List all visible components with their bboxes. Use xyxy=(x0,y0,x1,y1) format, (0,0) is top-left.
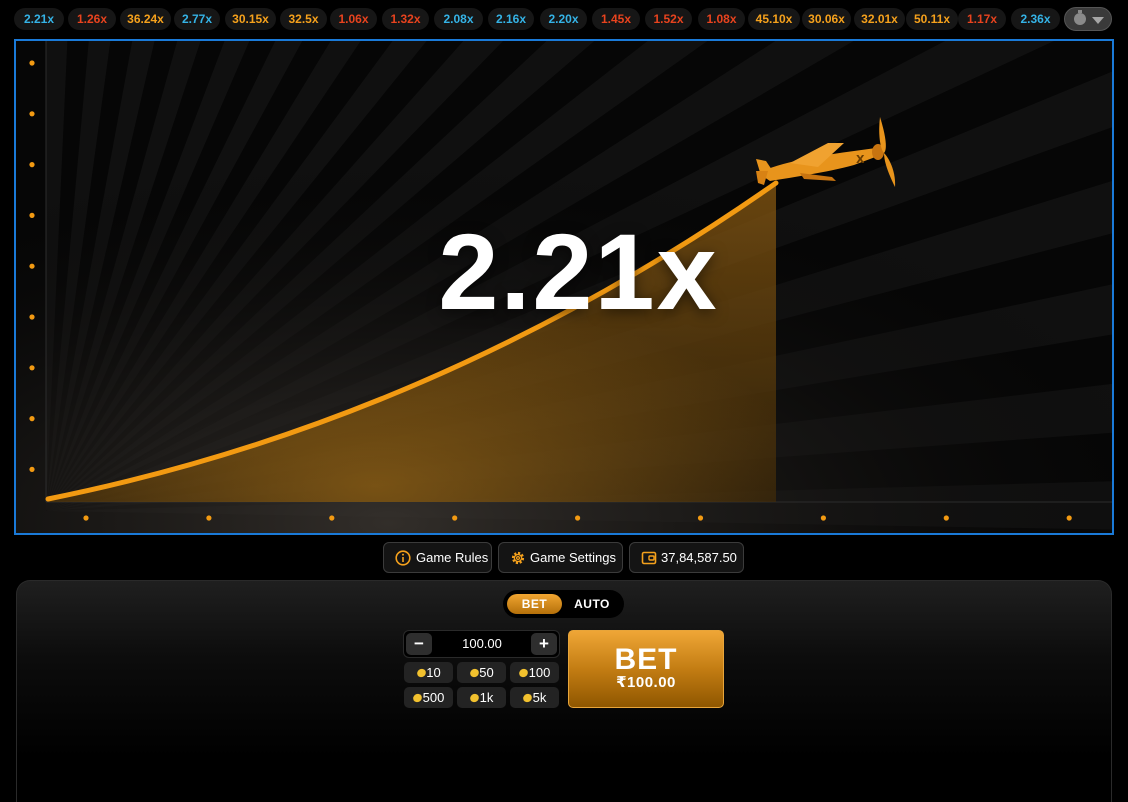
y-axis-dot xyxy=(29,466,35,472)
current-multiplier: 2.21x xyxy=(438,211,719,332)
history-multiplier[interactable]: 30.15x xyxy=(225,8,276,30)
y-axis-dot xyxy=(29,416,35,422)
history-multiplier[interactable]: 1.26x xyxy=(68,8,116,30)
history-multiplier[interactable]: 2.36x xyxy=(1011,8,1060,30)
tab-auto[interactable]: AUTO xyxy=(566,594,618,614)
x-axis-dot xyxy=(575,515,581,521)
place-bet-button[interactable]: BET ₹100.00 xyxy=(568,630,724,708)
balance-value: 37,84,587.50 xyxy=(661,550,737,565)
x-axis-dot xyxy=(943,515,949,521)
history-multiplier[interactable]: 32.5x xyxy=(280,8,327,30)
coin-icon xyxy=(468,692,481,704)
balance-display: 37,84,587.50 xyxy=(629,542,744,573)
history-multiplier[interactable]: 32.01x xyxy=(854,8,905,30)
y-axis-dot xyxy=(29,162,35,168)
x-axis-dot xyxy=(1066,515,1072,521)
game-rules-button[interactable]: Game Rules xyxy=(383,542,492,573)
coin-icon xyxy=(521,692,534,704)
y-axis-dot xyxy=(29,111,35,117)
x-axis-dot xyxy=(820,515,827,521)
gear-icon xyxy=(511,551,525,565)
quick-amount-button[interactable]: 50 xyxy=(457,662,506,683)
history-multiplier[interactable]: 2.21x xyxy=(14,8,64,30)
x-axis-dot xyxy=(329,515,335,521)
decrease-amount-button[interactable]: − xyxy=(406,633,432,655)
game-canvas: X 2.21x xyxy=(14,39,1114,535)
game-settings-label: Game Settings xyxy=(530,550,616,565)
info-icon xyxy=(395,550,411,566)
x-axis-dot xyxy=(83,515,89,521)
coin-icon xyxy=(517,667,530,679)
x-axis-dot xyxy=(452,515,458,521)
history-multiplier[interactable]: 1.17x xyxy=(958,8,1006,30)
quick-amount-button[interactable]: 100 xyxy=(510,662,559,683)
bet-button-label: BET xyxy=(614,643,678,676)
increase-amount-button[interactable]: + xyxy=(531,633,557,655)
history-multiplier[interactable]: 45.10x xyxy=(748,8,800,30)
y-axis-dot xyxy=(29,60,35,66)
coin-icon xyxy=(411,692,424,704)
history-multiplier[interactable]: 1.32x xyxy=(382,8,429,30)
quick-amount-button[interactable]: 1k xyxy=(457,687,506,708)
x-axis-dot xyxy=(206,515,212,521)
history-multiplier[interactable]: 2.20x xyxy=(540,8,587,30)
quick-amount-button[interactable]: 10 xyxy=(404,662,453,683)
wallet-icon xyxy=(641,551,657,565)
game-settings-button[interactable]: Game Settings xyxy=(498,542,623,573)
clock-icon xyxy=(1074,10,1086,25)
quick-amount-button[interactable]: 500 xyxy=(404,687,453,708)
history-toggle-button[interactable] xyxy=(1064,7,1112,31)
bet-amount-stepper: − 100.00 + xyxy=(403,630,560,658)
y-axis-dot xyxy=(29,365,35,371)
chevron-down-icon xyxy=(1092,17,1104,24)
history-multiplier[interactable]: 50.11x xyxy=(906,8,958,30)
game-rules-label: Game Rules xyxy=(416,550,489,565)
history-multiplier[interactable]: 1.08x xyxy=(698,8,745,30)
bet-button-amount: ₹100.00 xyxy=(616,674,676,691)
bet-amount-input[interactable]: 100.00 xyxy=(434,636,530,651)
svg-text:X: X xyxy=(856,153,865,166)
history-multiplier[interactable]: 2.08x xyxy=(434,8,483,30)
history-multiplier[interactable]: 1.52x xyxy=(645,8,692,30)
history-multiplier[interactable]: 30.06x xyxy=(802,8,851,30)
x-axis-dot xyxy=(697,515,704,521)
history-multiplier[interactable]: 2.77x xyxy=(174,8,220,30)
tab-bet[interactable]: BET xyxy=(507,594,562,614)
quick-amount-button[interactable]: 5k xyxy=(510,687,559,708)
history-multiplier[interactable]: 36.24x xyxy=(120,8,171,30)
history-multiplier[interactable]: 1.45x xyxy=(592,8,640,30)
history-multiplier[interactable]: 1.06x xyxy=(330,8,377,30)
multiplier-history: 2.21x 1.26x 36.24x 2.77x 30.15x 32.5x 1.06x 1.3… xyxy=(0,0,1128,38)
history-multiplier[interactable]: 2.16x xyxy=(488,8,534,30)
